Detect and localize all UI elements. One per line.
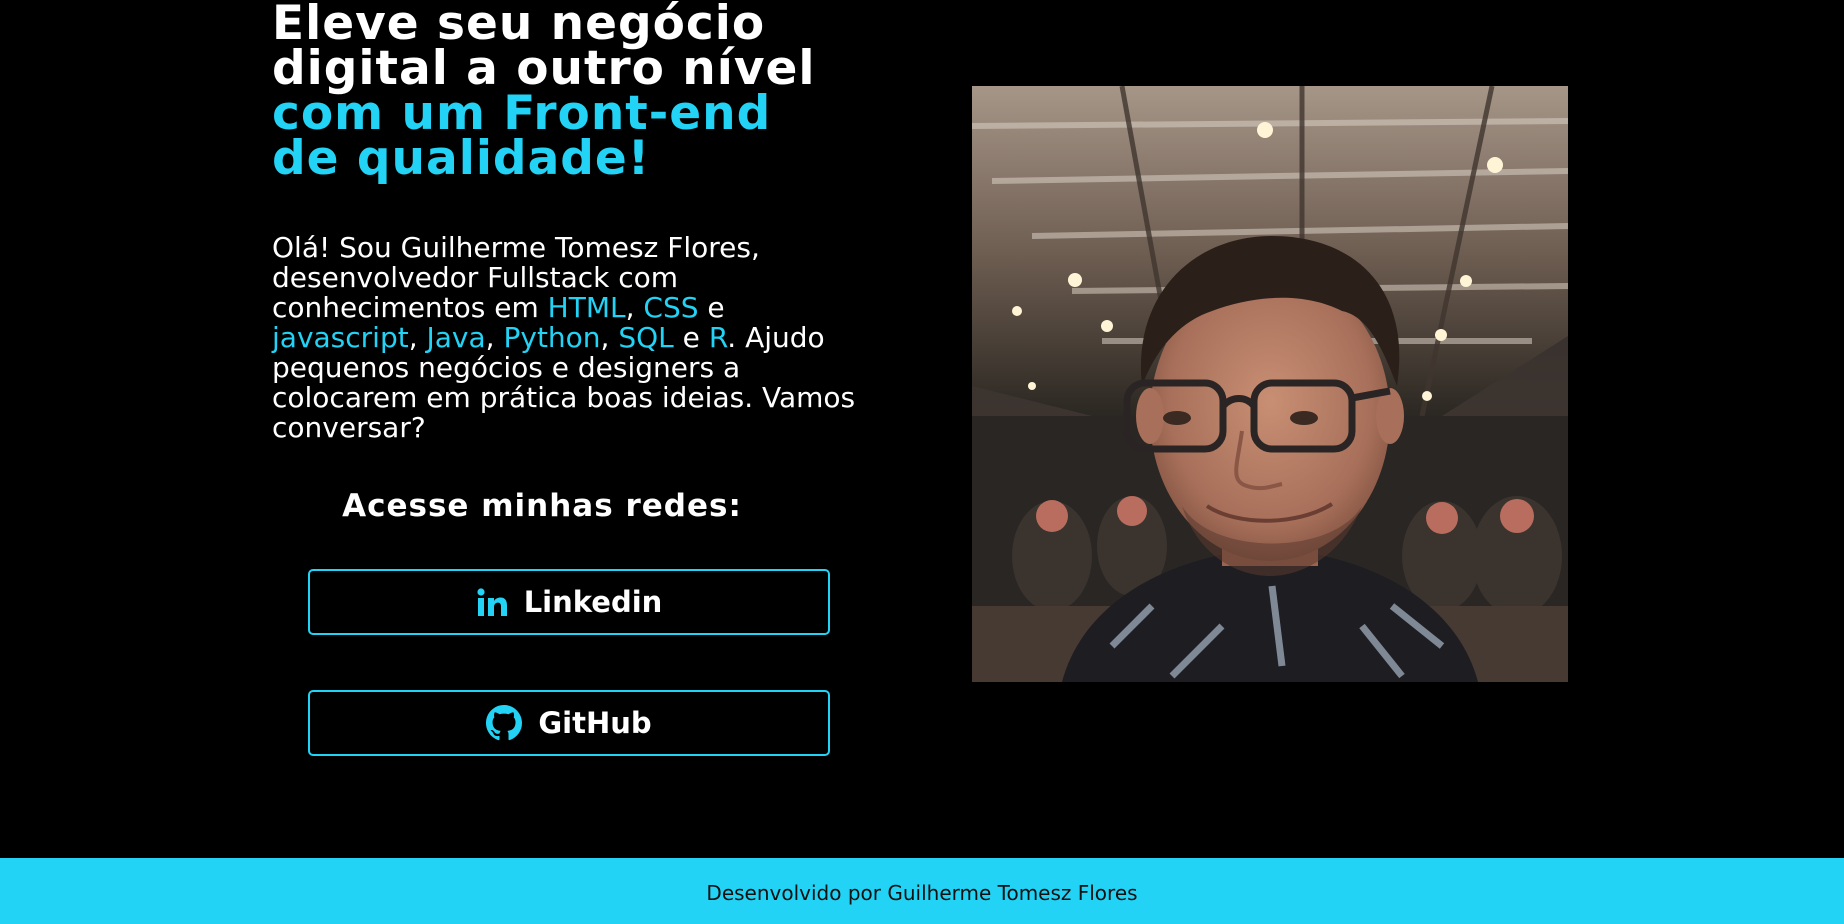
intro-sep: ,: [485, 321, 504, 354]
intro-paragraph: Olá! Sou Guilherme Tomesz Flores, desenv…: [272, 233, 872, 443]
github-icon: [486, 705, 523, 741]
github-label: GitHub: [538, 706, 652, 740]
tech-sql: SQL: [618, 321, 674, 354]
tech-r: R: [708, 321, 728, 354]
intro-sep: ,: [600, 321, 619, 354]
headline-line-3: com um Front-end: [272, 86, 772, 141]
footer: Desenvolvido por Guilherme Tomesz Flores: [0, 858, 1844, 924]
linkedin-label: Linkedin: [523, 585, 663, 619]
headline-line-1: Eleve seu negócio: [272, 0, 766, 51]
github-button[interactable]: GitHub: [308, 690, 830, 756]
profile-photo-illustration: [972, 86, 1568, 682]
hero-section: Eleve seu negócio digital a outro nível …: [272, 0, 872, 756]
page: Eleve seu negócio digital a outro nível …: [0, 0, 1844, 924]
headline-line-2: digital a outro nível: [272, 41, 816, 96]
linkedin-icon: [477, 588, 507, 616]
tech-python: Python: [503, 321, 601, 354]
networks-title: Acesse minhas redes:: [342, 488, 742, 524]
tech-html: HTML: [547, 291, 626, 324]
linkedin-button[interactable]: Linkedin: [308, 569, 830, 635]
tech-javascript: javascript: [272, 321, 409, 354]
tech-css: CSS: [643, 291, 699, 324]
intro-sep: e: [673, 321, 709, 354]
intro-sep: ,: [625, 291, 644, 324]
headline-line-4: de qualidade!: [272, 131, 651, 186]
tech-java: Java: [426, 321, 486, 354]
profile-photo: [972, 86, 1568, 682]
footer-credit: Desenvolvido por Guilherme Tomesz Flores: [706, 881, 1138, 905]
intro-sep: e: [698, 291, 725, 324]
intro-sep: ,: [408, 321, 427, 354]
hero-headline: Eleve seu negócio digital a outro nível …: [272, 0, 872, 186]
